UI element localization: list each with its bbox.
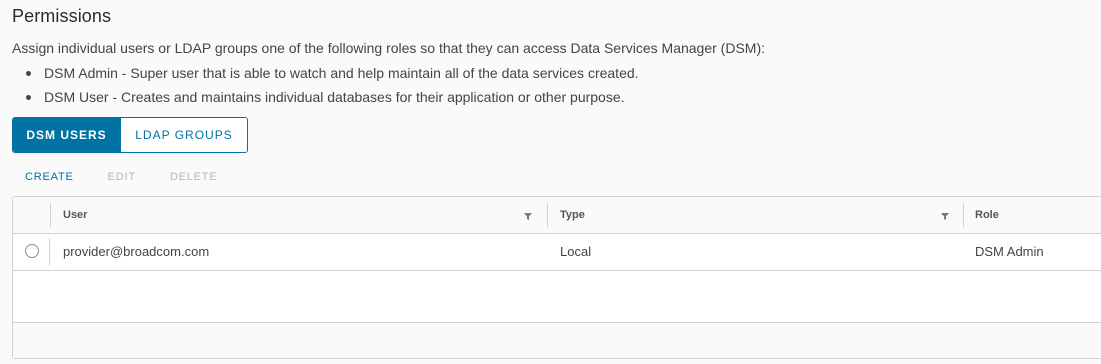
page-description: Assign individual users or LDAP groups o… [12, 40, 765, 56]
tab-ldap-groups[interactable]: LDAP GROUPS [120, 118, 247, 152]
users-datagrid: User Type Role provider@broadcom.com Loc… [12, 196, 1101, 359]
column-separator [50, 203, 51, 227]
column-header-type[interactable]: Type [560, 197, 585, 233]
column-header-role[interactable]: Role [975, 197, 999, 233]
delete-button[interactable]: DELETE [170, 171, 218, 183]
row-select-radio[interactable] [25, 244, 39, 258]
column-header-user[interactable]: User [63, 197, 87, 233]
tab-dsm-users[interactable]: DSM USERS [13, 118, 120, 152]
datagrid-footer [13, 322, 1101, 358]
page-title: Permissions [12, 6, 112, 26]
permissions-page: Permissions Assign individual users or L… [0, 0, 1101, 364]
user-filter-icon[interactable] [523, 211, 533, 221]
grid-actions: CREATE EDIT DELETE [25, 171, 251, 183]
role-bullet-dsm-admin: DSM Admin - Super user that is able to w… [24, 62, 639, 86]
column-separator[interactable] [963, 203, 964, 227]
type-cell: Local [560, 244, 592, 259]
user-type-toggle: DSM USERS LDAP GROUPS [12, 117, 248, 153]
datagrid-header: User Type Role [13, 197, 1101, 234]
column-separator [49, 238, 50, 266]
role-bullet-dsm-user: DSM User - Creates and maintains individ… [24, 86, 639, 110]
roles-list: DSM Admin - Super user that is able to w… [24, 62, 639, 110]
column-separator[interactable] [547, 203, 548, 227]
user-cell: provider@broadcom.com [63, 244, 210, 259]
create-button[interactable]: CREATE [25, 171, 74, 183]
edit-button[interactable]: EDIT [108, 171, 136, 183]
role-cell: DSM Admin [975, 244, 1044, 259]
table-row[interactable]: provider@broadcom.com Local DSM Admin [13, 234, 1101, 271]
type-filter-icon[interactable] [940, 211, 950, 221]
